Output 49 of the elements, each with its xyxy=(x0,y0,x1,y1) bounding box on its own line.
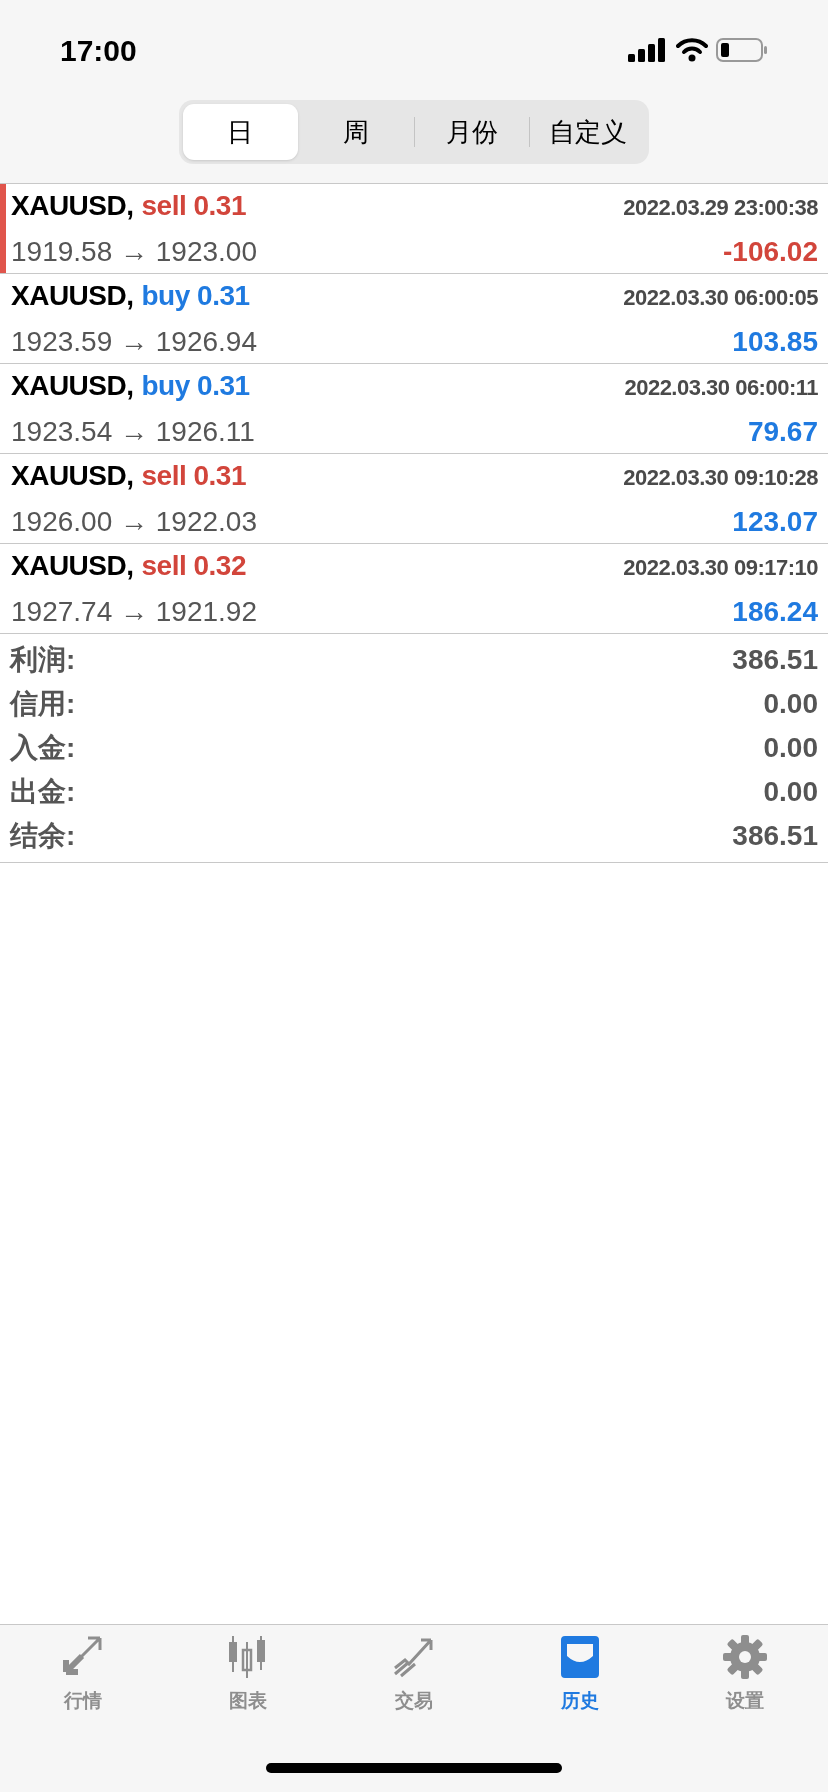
deal-row[interactable]: XAUUSD, sell 0.31 2022.03.30 09:10:28 1926.00 → 1922.03 123.07 xyxy=(0,454,828,544)
battery-icon xyxy=(716,37,768,63)
trade-type-volume: sell 0.31 xyxy=(141,458,246,493)
summary-label: 入金: xyxy=(10,731,76,765)
profit-value: 79.67 xyxy=(747,414,818,449)
period-tab[interactable]: 日 xyxy=(183,104,298,160)
summary-value: 0.00 xyxy=(763,687,818,721)
summary-value: 0.00 xyxy=(763,731,818,765)
price-range: 1927.74 → 1921.92 xyxy=(11,594,257,629)
summary-value: 386.51 xyxy=(732,819,818,853)
deal-row[interactable]: XAUUSD, buy 0.31 2022.03.30 06:00:11 1923.54 → 1926.11 79.67 xyxy=(0,364,828,454)
status-time: 17:00 xyxy=(60,32,137,69)
trade-type-volume: buy 0.31 xyxy=(141,278,250,313)
profit-value: -106.02 xyxy=(723,234,818,269)
symbol-label: XAUUSD, xyxy=(11,278,134,313)
period-tab[interactable]: 周 xyxy=(298,104,414,160)
deal-time: 2022.03.30 09:17:10 xyxy=(623,553,818,582)
deal-time: 2022.03.30 09:10:28 xyxy=(623,463,818,492)
trade-type-volume: sell 0.32 xyxy=(141,548,246,583)
deal-time: 2022.03.29 23:00:38 xyxy=(623,193,818,222)
deal-time: 2022.03.30 06:00:05 xyxy=(623,283,818,312)
symbol-label: XAUUSD, xyxy=(11,368,134,403)
signal-icon xyxy=(628,38,668,62)
deal-time: 2022.03.30 06:00:11 xyxy=(624,373,818,402)
profit-value: 123.07 xyxy=(732,504,818,539)
summary-value: 386.51 xyxy=(732,643,818,677)
price-range: 1923.59 → 1926.94 xyxy=(11,324,257,359)
deal-row[interactable]: XAUUSD, sell 0.32 2022.03.30 09:17:10 1927.74 → 1921.92 186.24 xyxy=(0,544,828,634)
wifi-icon xyxy=(676,38,708,62)
summary-label: 信用: xyxy=(10,687,76,721)
symbol-label: XAUUSD, xyxy=(11,548,134,583)
price-range: 1919.58 → 1923.00 xyxy=(11,234,257,269)
deal-row[interactable]: XAUUSD, sell 0.31 2022.03.29 23:00:38 1919.58 → 1923.00 -106.02 xyxy=(0,184,828,274)
summary-label: 出金: xyxy=(10,775,76,809)
summary-value: 0.00 xyxy=(763,775,818,809)
summary-label: 结余: xyxy=(10,819,76,853)
price-range: 1923.54 → 1926.11 xyxy=(11,414,255,449)
profit-value: 186.24 xyxy=(732,594,818,629)
symbol-label: XAUUSD, xyxy=(11,458,134,493)
summary-label: 利润: xyxy=(10,643,76,677)
period-tab[interactable]: 月份 xyxy=(414,104,530,160)
tab-bar-item[interactable]: 历史 xyxy=(496,1633,663,1721)
trade-type-volume: sell 0.31 xyxy=(141,188,246,223)
period-tab[interactable]: 自定义 xyxy=(530,104,645,160)
trade-type-volume: buy 0.31 xyxy=(141,368,250,403)
symbol-label: XAUUSD, xyxy=(11,188,134,223)
settings-icon xyxy=(721,1633,770,1681)
price-range: 1926.00 → 1922.03 xyxy=(11,504,257,539)
profit-value: 103.85 xyxy=(732,324,818,359)
